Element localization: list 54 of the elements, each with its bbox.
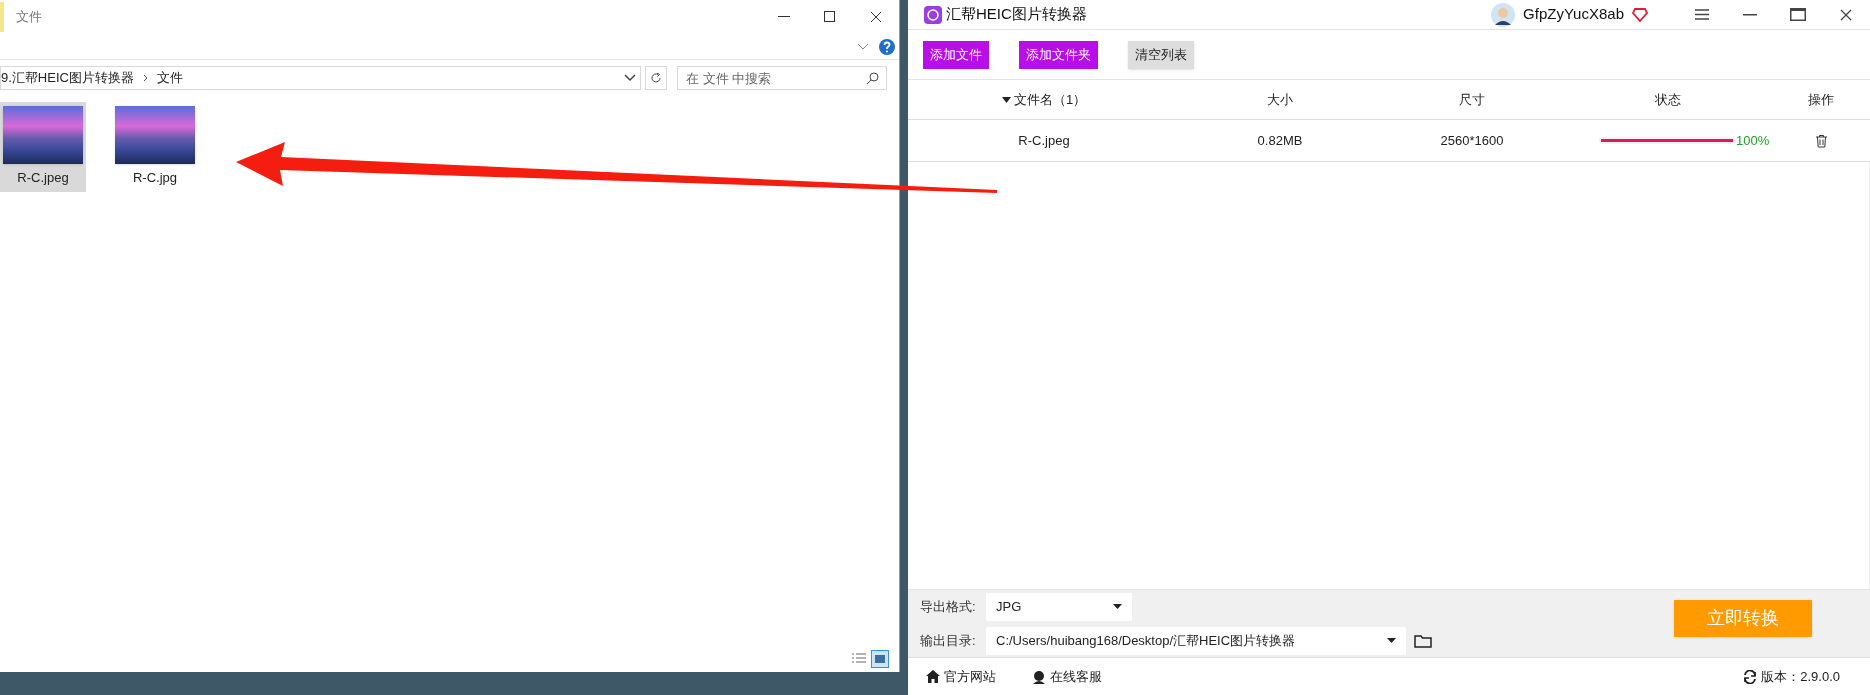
minimize-icon bbox=[778, 16, 790, 18]
refresh-button[interactable] bbox=[645, 66, 667, 90]
table-cell-text: 2560*1600 bbox=[1440, 131, 1504, 150]
chevron-icon bbox=[142, 74, 148, 82]
file-name: R-C.jpg bbox=[132, 169, 178, 187]
table-cell-text: R-C.jpeg bbox=[1018, 131, 1070, 150]
toolbar-button[interactable]: 添加文件夹 bbox=[1019, 40, 1098, 69]
avatar-icon bbox=[1491, 2, 1516, 27]
file-item[interactable]: R-C.jpg bbox=[112, 102, 198, 192]
website-link[interactable]: 官方网站 bbox=[926, 666, 996, 687]
vip-diamond-icon bbox=[1632, 7, 1648, 22]
column-header: 尺寸 bbox=[1459, 90, 1485, 109]
menu-icon bbox=[1695, 9, 1709, 20]
format-dropdown[interactable]: JPG bbox=[986, 592, 1132, 621]
column-header[interactable]: 文件名（1） bbox=[1013, 89, 1087, 110]
help-icon[interactable] bbox=[879, 38, 895, 55]
field-label: 输出目录: bbox=[920, 631, 977, 650]
sort-icon[interactable] bbox=[1001, 96, 1011, 103]
toolbar-button[interactable]: 清空列表 bbox=[1128, 40, 1194, 69]
file-name: R-C.jpeg bbox=[17, 169, 69, 187]
maximize-icon bbox=[1790, 8, 1806, 21]
app-logo-icon bbox=[924, 5, 942, 24]
refresh-icon[interactable] bbox=[1743, 669, 1758, 684]
minimize-icon bbox=[1743, 13, 1757, 16]
dropdown-icon[interactable] bbox=[624, 74, 636, 82]
maximize-icon bbox=[824, 11, 836, 23]
caret-icon bbox=[1113, 604, 1122, 609]
address-bar[interactable]: 9.汇帮HEIC图片转换器 文件 bbox=[0, 66, 641, 90]
column-header: 操作 bbox=[1808, 90, 1834, 109]
support-link[interactable]: 在线客服 bbox=[1032, 666, 1102, 687]
home-icon bbox=[926, 670, 940, 683]
username: GfpZyYucX8ab bbox=[1523, 4, 1624, 25]
field-label: 导出格式: bbox=[920, 597, 977, 616]
column-header: 状态 bbox=[1655, 90, 1681, 109]
expand-ribbon-icon[interactable] bbox=[857, 42, 869, 51]
search-icon bbox=[866, 71, 879, 85]
file-item[interactable]: R-C.jpeg bbox=[0, 102, 86, 192]
breadcrumb-item[interactable]: 文件 bbox=[156, 68, 183, 88]
toolbar-button[interactable]: 添加文件 bbox=[923, 40, 989, 69]
breadcrumb-item[interactable]: 9.汇帮HEIC图片转换器 bbox=[1, 68, 134, 88]
close-icon bbox=[870, 11, 882, 23]
thumbnail-view-icon[interactable] bbox=[871, 650, 889, 668]
column-header: 大小 bbox=[1267, 90, 1293, 109]
progress-percent: 100% bbox=[1736, 131, 1771, 150]
version-label: 版本：2.9.0.0 bbox=[1761, 667, 1840, 686]
close-icon bbox=[1840, 8, 1852, 21]
trash-icon[interactable] bbox=[1814, 133, 1828, 148]
app-title: 汇帮HEIC图片转换器 bbox=[946, 4, 1087, 25]
output-folder-dropdown[interactable]: C:/Users/huibang168/Desktop/汇帮HEIC图片转换器 bbox=[986, 626, 1406, 655]
table-cell-text: 0.82MB bbox=[1257, 131, 1303, 150]
window-title: 文件 bbox=[16, 8, 42, 27]
caret-icon bbox=[1387, 638, 1396, 643]
refresh-icon bbox=[650, 72, 662, 84]
search-field[interactable]: 在 文件 中搜索 bbox=[677, 66, 887, 91]
